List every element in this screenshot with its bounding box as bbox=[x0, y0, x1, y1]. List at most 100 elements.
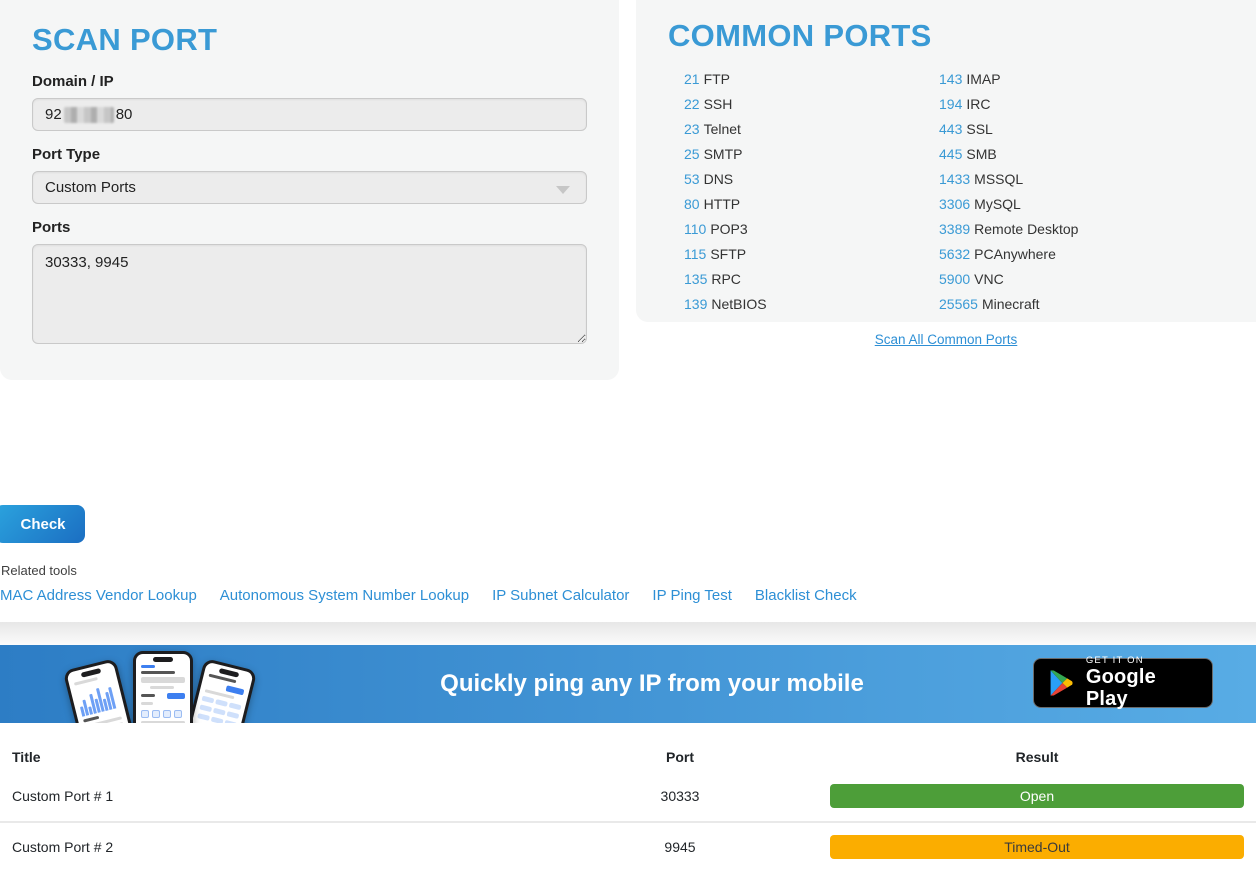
status-badge-open: Open bbox=[830, 784, 1244, 808]
port-type-select[interactable]: Custom Ports bbox=[32, 171, 587, 204]
phone-mockup-center bbox=[133, 651, 193, 723]
port-type-selected-value: Custom Ports bbox=[45, 179, 136, 196]
result-port: 30333 bbox=[620, 788, 740, 804]
port-type-label: Port Type bbox=[32, 146, 587, 163]
port-number-link[interactable]: 194 bbox=[939, 96, 962, 112]
port-number-link[interactable]: 25565 bbox=[939, 296, 978, 312]
port-name: VNC bbox=[974, 271, 1004, 287]
port-number-link[interactable]: 110 bbox=[684, 221, 706, 237]
port-number-link[interactable]: 139 bbox=[684, 296, 707, 312]
chevron-down-icon bbox=[556, 186, 570, 194]
google-play-label: Google Play bbox=[1086, 666, 1199, 710]
related-tool-link-blacklist[interactable]: Blacklist Check bbox=[755, 587, 857, 604]
port-number-link[interactable]: 22 bbox=[684, 96, 700, 112]
common-port-item: 443SSL bbox=[939, 117, 1078, 142]
related-tools-row: MAC Address Vendor Lookup Autonomous Sys… bbox=[0, 587, 857, 604]
port-name: Minecraft bbox=[982, 296, 1040, 312]
table-row: Custom Port # 1 30333 Open bbox=[0, 771, 1256, 821]
port-name: SFTP bbox=[710, 246, 746, 262]
port-name: DNS bbox=[704, 171, 734, 187]
port-name: FTP bbox=[704, 71, 730, 87]
ports-label: Ports bbox=[32, 219, 587, 236]
port-number-link[interactable]: 5632 bbox=[939, 246, 970, 262]
common-ports-title: COMMON PORTS bbox=[668, 18, 1256, 54]
common-ports-card: COMMON PORTS 21FTP 22SSH 23Telnet 25SMTP… bbox=[636, 0, 1256, 322]
port-number-link[interactable]: 445 bbox=[939, 146, 962, 162]
common-port-item: 445SMB bbox=[939, 142, 1078, 167]
google-play-text: GET IT ON Google Play bbox=[1086, 656, 1199, 710]
results-header-port: Port bbox=[620, 749, 740, 765]
common-port-item: 53DNS bbox=[684, 167, 939, 192]
port-name: Telnet bbox=[704, 121, 741, 137]
common-port-item: 25SMTP bbox=[684, 142, 939, 167]
results-header-title: Title bbox=[0, 749, 620, 765]
port-number-link[interactable]: 143 bbox=[939, 71, 962, 87]
port-number-link[interactable]: 80 bbox=[684, 196, 700, 212]
port-name: SMTP bbox=[704, 146, 743, 162]
related-tool-link-mac[interactable]: MAC Address Vendor Lookup bbox=[0, 587, 197, 604]
result-title: Custom Port # 2 bbox=[0, 839, 620, 855]
related-tool-link-subnet[interactable]: IP Subnet Calculator bbox=[492, 587, 629, 604]
common-port-item: 5900VNC bbox=[939, 267, 1078, 292]
related-tool-link-ping[interactable]: IP Ping Test bbox=[652, 587, 732, 604]
port-number-link[interactable]: 23 bbox=[684, 121, 700, 137]
common-port-item: 25565Minecraft bbox=[939, 292, 1078, 317]
port-number-link[interactable]: 135 bbox=[684, 271, 707, 287]
table-row: Custom Port # 2 9945 Timed-Out bbox=[0, 821, 1256, 871]
common-ports-column-1: 21FTP 22SSH 23Telnet 25SMTP 53DNS 80HTTP… bbox=[668, 67, 939, 317]
common-port-item: 115SFTP bbox=[684, 242, 939, 267]
common-port-item: 3389Remote Desktop bbox=[939, 217, 1078, 242]
related-tool-link-asn[interactable]: Autonomous System Number Lookup bbox=[220, 587, 469, 604]
result-port: 9945 bbox=[620, 839, 740, 855]
get-it-on-label: GET IT ON bbox=[1086, 656, 1199, 666]
results-header-row: Title Port Result bbox=[0, 743, 1256, 771]
common-port-item: 22SSH bbox=[684, 92, 939, 117]
port-name: NetBIOS bbox=[711, 296, 766, 312]
port-name: IRC bbox=[966, 96, 990, 112]
port-name: MySQL bbox=[974, 196, 1021, 212]
common-port-item: 135RPC bbox=[684, 267, 939, 292]
port-name: SSH bbox=[704, 96, 733, 112]
common-port-item: 5632PCAnywhere bbox=[939, 242, 1078, 267]
related-tools-label: Related tools bbox=[1, 563, 77, 578]
common-port-item: 21FTP bbox=[684, 67, 939, 92]
port-number-link[interactable]: 53 bbox=[684, 171, 700, 187]
scan-port-card: SCAN PORT Domain / IP 92 80 Port Type Cu… bbox=[0, 0, 619, 380]
port-name: RPC bbox=[711, 271, 741, 287]
port-name: SSL bbox=[966, 121, 992, 137]
phone-mockups bbox=[75, 651, 251, 723]
port-number-link[interactable]: 1433 bbox=[939, 171, 970, 187]
common-port-item: 3306MySQL bbox=[939, 192, 1078, 217]
common-ports-column-2: 143IMAP 194IRC 443SSL 445SMB 1433MSSQL 3… bbox=[939, 67, 1078, 317]
result-title: Custom Port # 1 bbox=[0, 788, 620, 804]
common-port-item: 143IMAP bbox=[939, 67, 1078, 92]
port-number-link[interactable]: 21 bbox=[684, 71, 700, 87]
google-play-badge[interactable]: GET IT ON Google Play bbox=[1033, 658, 1213, 708]
port-number-link[interactable]: 443 bbox=[939, 121, 962, 137]
port-number-link[interactable]: 115 bbox=[684, 246, 706, 262]
domain-ip-prefix: 92 bbox=[45, 106, 62, 123]
ports-textarea[interactable]: 30333, 9945 bbox=[32, 244, 587, 344]
scan-all-common-ports-link[interactable]: Scan All Common Ports bbox=[875, 332, 1018, 347]
section-divider bbox=[0, 622, 1256, 645]
results-header-result: Result bbox=[830, 749, 1244, 765]
common-port-item: 23Telnet bbox=[684, 117, 939, 142]
page: SCAN PORT Domain / IP 92 80 Port Type Cu… bbox=[0, 0, 1256, 875]
scan-all-wrap: Scan All Common Ports bbox=[636, 331, 1256, 349]
port-name: Remote Desktop bbox=[974, 221, 1078, 237]
google-play-icon bbox=[1047, 668, 1076, 698]
check-button[interactable]: Check bbox=[0, 505, 85, 543]
domain-ip-input[interactable]: 92 80 bbox=[32, 98, 587, 131]
redacted-ip-blur bbox=[64, 107, 114, 123]
port-number-link[interactable]: 3389 bbox=[939, 221, 970, 237]
mobile-app-banner: Quickly ping any IP from your mobile GET… bbox=[0, 645, 1256, 723]
port-name: SMB bbox=[966, 146, 996, 162]
port-number-link[interactable]: 3306 bbox=[939, 196, 970, 212]
port-name: IMAP bbox=[966, 71, 1000, 87]
port-number-link[interactable]: 25 bbox=[684, 146, 700, 162]
port-number-link[interactable]: 5900 bbox=[939, 271, 970, 287]
common-port-item: 80HTTP bbox=[684, 192, 939, 217]
results-table: Title Port Result Custom Port # 1 30333 … bbox=[0, 743, 1256, 871]
port-name: PCAnywhere bbox=[974, 246, 1056, 262]
common-ports-list: 21FTP 22SSH 23Telnet 25SMTP 53DNS 80HTTP… bbox=[668, 67, 1256, 317]
